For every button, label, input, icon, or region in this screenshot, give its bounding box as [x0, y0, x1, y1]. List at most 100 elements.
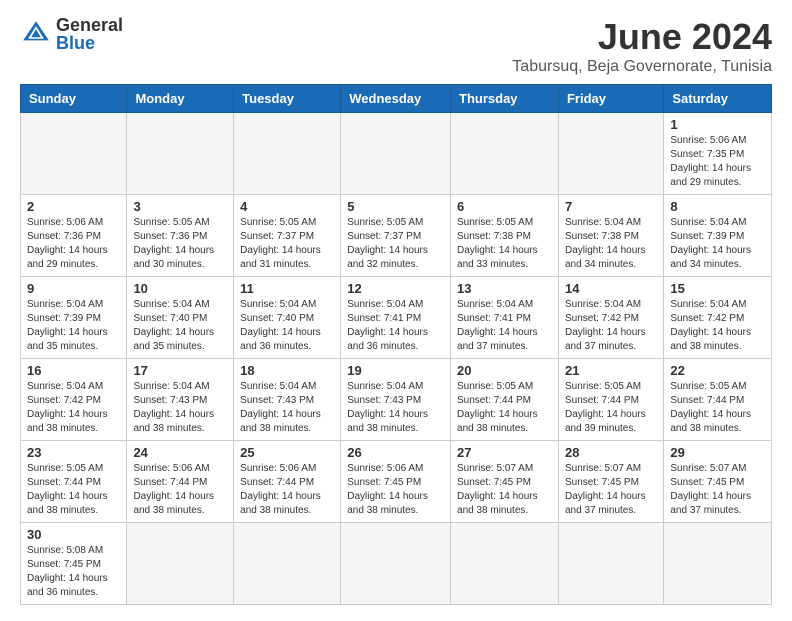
calendar-day-cell: 9 Sunrise: 5:04 AM Sunset: 7:39 PM Daylig…: [21, 277, 127, 359]
day-info: Sunrise: 5:06 AM Sunset: 7:36 PM Dayligh…: [27, 216, 120, 272]
calendar-day-cell: 14 Sunrise: 5:04 AM Sunset: 7:42 PM Dayli…: [558, 277, 663, 359]
day-number: 2: [27, 199, 120, 214]
day-info: Sunrise: 5:06 AM Sunset: 7:44 PM Dayligh…: [240, 462, 334, 518]
day-number: 29: [670, 445, 765, 460]
day-number: 18: [240, 363, 334, 378]
location-title: Tabursuq, Beja Governorate, Tunisia: [512, 58, 772, 76]
weekday-header-wednesday: Wednesday: [341, 85, 451, 113]
day-info: Sunrise: 5:06 AM Sunset: 7:45 PM Dayligh…: [347, 462, 444, 518]
day-number: 11: [240, 281, 334, 296]
day-info: Sunrise: 5:04 AM Sunset: 7:41 PM Dayligh…: [457, 298, 552, 354]
weekday-header-row: SundayMondayTuesdayWednesdayThursdayFrid…: [21, 85, 772, 113]
day-info: Sunrise: 5:07 AM Sunset: 7:45 PM Dayligh…: [670, 462, 765, 518]
day-number: 13: [457, 281, 552, 296]
weekday-header-saturday: Saturday: [664, 85, 772, 113]
calendar-day-cell: 19 Sunrise: 5:04 AM Sunset: 7:43 PM Dayli…: [341, 359, 451, 441]
day-number: 25: [240, 445, 334, 460]
calendar-day-cell: 8Sunrise: 5:04 AM Sunset: 7:39 PM Daylig…: [664, 195, 772, 277]
day-info: Sunrise: 5:05 AM Sunset: 7:44 PM Dayligh…: [565, 380, 657, 436]
calendar: SundayMondayTuesdayWednesdayThursdayFrid…: [20, 84, 772, 605]
calendar-day-cell: 30 Sunrise: 5:08 AM Sunset: 7:45 PM Dayli…: [21, 523, 127, 605]
day-number: 27: [457, 445, 552, 460]
calendar-day-cell: [558, 523, 663, 605]
calendar-week-row: 1 Sunrise: 5:06 AM Sunset: 7:35 PM Daylig…: [21, 113, 772, 195]
calendar-day-cell: [234, 523, 341, 605]
day-number: 30: [27, 527, 120, 542]
calendar-day-cell: 5 Sunrise: 5:05 AM Sunset: 7:37 PM Daylig…: [341, 195, 451, 277]
day-number: 3: [133, 199, 227, 214]
day-info: Sunrise: 5:04 AM Sunset: 7:41 PM Dayligh…: [347, 298, 444, 354]
weekday-header-sunday: Sunday: [21, 85, 127, 113]
logo-text: General Blue: [56, 16, 123, 52]
calendar-day-cell: [664, 523, 772, 605]
day-info: Sunrise: 5:08 AM Sunset: 7:45 PM Dayligh…: [27, 544, 120, 600]
day-info: Sunrise: 5:04 AM Sunset: 7:42 PM Dayligh…: [565, 298, 657, 354]
day-info: Sunrise: 5:04 AM Sunset: 7:43 PM Dayligh…: [133, 380, 227, 436]
calendar-day-cell: 24 Sunrise: 5:06 AM Sunset: 7:44 PM Dayli…: [127, 441, 234, 523]
calendar-day-cell: 2 Sunrise: 5:06 AM Sunset: 7:36 PM Daylig…: [21, 195, 127, 277]
calendar-day-cell: 16 Sunrise: 5:04 AM Sunset: 7:42 PM Dayli…: [21, 359, 127, 441]
calendar-day-cell: [127, 523, 234, 605]
day-number: 10: [133, 281, 227, 296]
day-number: 20: [457, 363, 552, 378]
day-number: 16: [27, 363, 120, 378]
day-info: Sunrise: 5:04 AM Sunset: 7:39 PM Dayligh…: [670, 216, 765, 272]
calendar-day-cell: 11Sunrise: 5:04 AM Sunset: 7:40 PM Dayli…: [234, 277, 341, 359]
weekday-header-tuesday: Tuesday: [234, 85, 341, 113]
day-number: 6: [457, 199, 552, 214]
day-info: Sunrise: 5:04 AM Sunset: 7:43 PM Dayligh…: [240, 380, 334, 436]
calendar-day-cell: [127, 113, 234, 195]
calendar-day-cell: 17 Sunrise: 5:04 AM Sunset: 7:43 PM Dayli…: [127, 359, 234, 441]
calendar-day-cell: 20 Sunrise: 5:05 AM Sunset: 7:44 PM Dayli…: [451, 359, 559, 441]
day-number: 4: [240, 199, 334, 214]
calendar-day-cell: [451, 523, 559, 605]
day-number: 7: [565, 199, 657, 214]
day-info: Sunrise: 5:05 AM Sunset: 7:44 PM Dayligh…: [27, 462, 120, 518]
calendar-week-row: 23 Sunrise: 5:05 AM Sunset: 7:44 PM Dayli…: [21, 441, 772, 523]
weekday-header-friday: Friday: [558, 85, 663, 113]
day-number: 15: [670, 281, 765, 296]
calendar-day-cell: 18 Sunrise: 5:04 AM Sunset: 7:43 PM Dayli…: [234, 359, 341, 441]
day-info: Sunrise: 5:04 AM Sunset: 7:43 PM Dayligh…: [347, 380, 444, 436]
calendar-day-cell: 25 Sunrise: 5:06 AM Sunset: 7:44 PM Dayli…: [234, 441, 341, 523]
day-number: 24: [133, 445, 227, 460]
day-info: Sunrise: 5:04 AM Sunset: 7:38 PM Dayligh…: [565, 216, 657, 272]
day-info: Sunrise: 5:04 AM Sunset: 7:40 PM Dayligh…: [133, 298, 227, 354]
calendar-day-cell: 15 Sunrise: 5:04 AM Sunset: 7:42 PM Dayli…: [664, 277, 772, 359]
calendar-week-row: 16 Sunrise: 5:04 AM Sunset: 7:42 PM Dayli…: [21, 359, 772, 441]
day-number: 17: [133, 363, 227, 378]
calendar-day-cell: 7 Sunrise: 5:04 AM Sunset: 7:38 PM Daylig…: [558, 195, 663, 277]
calendar-week-row: 2 Sunrise: 5:06 AM Sunset: 7:36 PM Daylig…: [21, 195, 772, 277]
calendar-day-cell: 23 Sunrise: 5:05 AM Sunset: 7:44 PM Dayli…: [21, 441, 127, 523]
calendar-day-cell: 29 Sunrise: 5:07 AM Sunset: 7:45 PM Dayli…: [664, 441, 772, 523]
day-info: Sunrise: 5:06 AM Sunset: 7:44 PM Dayligh…: [133, 462, 227, 518]
day-number: 26: [347, 445, 444, 460]
calendar-day-cell: [234, 113, 341, 195]
day-number: 28: [565, 445, 657, 460]
calendar-day-cell: 28Sunrise: 5:07 AM Sunset: 7:45 PM Dayli…: [558, 441, 663, 523]
calendar-day-cell: 21Sunrise: 5:05 AM Sunset: 7:44 PM Dayli…: [558, 359, 663, 441]
calendar-week-row: 9 Sunrise: 5:04 AM Sunset: 7:39 PM Daylig…: [21, 277, 772, 359]
day-info: Sunrise: 5:06 AM Sunset: 7:35 PM Dayligh…: [670, 134, 765, 190]
day-info: Sunrise: 5:04 AM Sunset: 7:42 PM Dayligh…: [27, 380, 120, 436]
day-info: Sunrise: 5:05 AM Sunset: 7:44 PM Dayligh…: [457, 380, 552, 436]
day-info: Sunrise: 5:04 AM Sunset: 7:42 PM Dayligh…: [670, 298, 765, 354]
calendar-day-cell: 4Sunrise: 5:05 AM Sunset: 7:37 PM Daylig…: [234, 195, 341, 277]
day-number: 5: [347, 199, 444, 214]
calendar-day-cell: 10 Sunrise: 5:04 AM Sunset: 7:40 PM Dayli…: [127, 277, 234, 359]
day-number: 19: [347, 363, 444, 378]
calendar-day-cell: 3Sunrise: 5:05 AM Sunset: 7:36 PM Daylig…: [127, 195, 234, 277]
day-info: Sunrise: 5:05 AM Sunset: 7:37 PM Dayligh…: [347, 216, 444, 272]
calendar-day-cell: [341, 523, 451, 605]
weekday-header-monday: Monday: [127, 85, 234, 113]
day-number: 23: [27, 445, 120, 460]
weekday-header-thursday: Thursday: [451, 85, 559, 113]
day-number: 14: [565, 281, 657, 296]
day-info: Sunrise: 5:04 AM Sunset: 7:39 PM Dayligh…: [27, 298, 120, 354]
day-number: 1: [670, 117, 765, 132]
calendar-day-cell: 26 Sunrise: 5:06 AM Sunset: 7:45 PM Dayli…: [341, 441, 451, 523]
day-number: 9: [27, 281, 120, 296]
day-info: Sunrise: 5:07 AM Sunset: 7:45 PM Dayligh…: [457, 462, 552, 518]
calendar-day-cell: 13 Sunrise: 5:04 AM Sunset: 7:41 PM Dayli…: [451, 277, 559, 359]
calendar-day-cell: 6Sunrise: 5:05 AM Sunset: 7:38 PM Daylig…: [451, 195, 559, 277]
